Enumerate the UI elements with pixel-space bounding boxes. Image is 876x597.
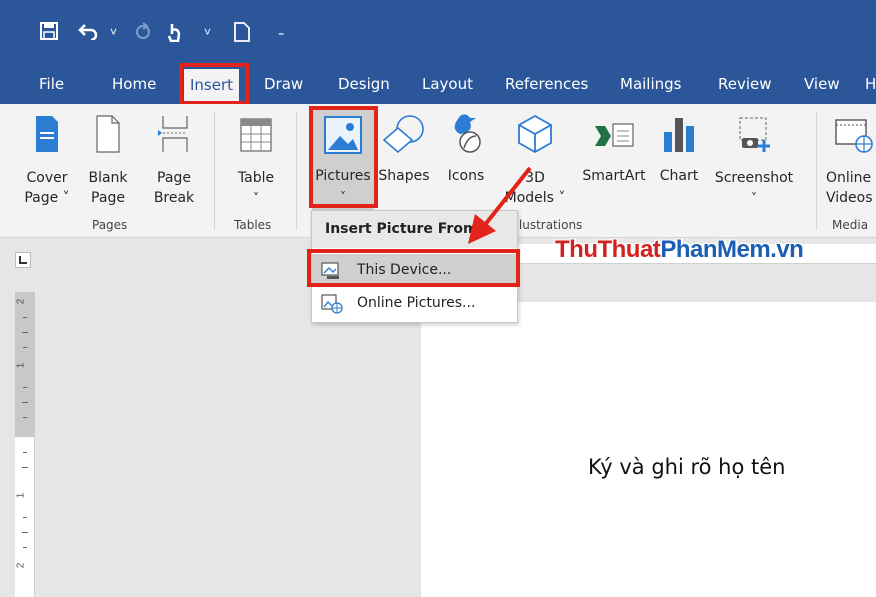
cover-page-icon [36, 116, 58, 152]
tab-file[interactable]: File [39, 66, 64, 104]
3d-models-label-2: Models ˅ [504, 190, 566, 206]
online-videos-label-1: Online [826, 170, 872, 186]
cover-page-label-2: Page ˅ [24, 190, 70, 206]
ruler-tick [23, 347, 27, 348]
menu-item-online-pictures[interactable]: Online Pictures... [312, 287, 517, 320]
tab-draw[interactable]: Draw [264, 66, 303, 104]
table-button[interactable]: Table ˅ [230, 110, 282, 210]
tab-view[interactable]: View [804, 66, 840, 104]
tab-references[interactable]: References [505, 66, 588, 104]
cover-page-button[interactable]: Cover Page ˅ [22, 110, 72, 210]
blank-page-icon [96, 115, 120, 153]
new-document-icon[interactable] [234, 22, 250, 46]
online-picture-icon [321, 294, 343, 314]
page-break-label-2: Break [153, 190, 195, 206]
cover-page-label-1: Cover [26, 170, 68, 186]
ruler-tick [23, 452, 27, 453]
smartart-icon [595, 123, 634, 147]
ruler-tick [22, 332, 28, 333]
watermark-part-2: PhanMem.vn [660, 236, 804, 263]
ruler-tick [23, 317, 27, 318]
icons-icon [454, 114, 481, 153]
ruler-number: 1 [15, 362, 27, 369]
watermark-logo: ThuThuatPhanMem.vn [555, 236, 804, 264]
ruler-number: 1 [15, 492, 27, 499]
screenshot-button[interactable]: Screenshot ˅ [706, 110, 802, 210]
chart-button[interactable]: Chart [655, 110, 703, 184]
undo-dropdown-icon[interactable]: ˅ [110, 22, 117, 42]
tab-design[interactable]: Design [338, 66, 390, 104]
shapes-button[interactable]: Shapes [375, 110, 433, 184]
document-page[interactable] [421, 302, 876, 597]
tab-home[interactable]: Home [112, 66, 156, 104]
tab-review[interactable]: Review [718, 66, 772, 104]
watermark-part-1: ThuThuat [555, 236, 661, 263]
table-icon [240, 118, 272, 152]
ruler-tick [22, 467, 28, 468]
group-label-pages: Pages [92, 218, 128, 232]
group-label-illustrations: Illustrations [512, 218, 583, 232]
tab-layout[interactable]: Layout [422, 66, 473, 104]
screenshot-dropdown-icon: ˅ [751, 191, 757, 205]
tab-selector[interactable] [15, 252, 31, 268]
online-video-icon [835, 119, 873, 153]
ruler-tick [23, 547, 27, 548]
ruler-tick [23, 417, 27, 418]
touch-dropdown-icon[interactable]: ˅ [204, 22, 211, 42]
save-icon[interactable] [40, 22, 58, 44]
blank-page-label-1: Blank [88, 170, 128, 186]
icons-button[interactable]: Icons [440, 110, 492, 184]
ruler-tick [23, 387, 27, 388]
3d-models-button[interactable]: 3D Models ˅ [500, 110, 570, 210]
page-break-icon [158, 116, 188, 152]
3d-model-icon [518, 114, 552, 154]
group-label-media: Media [832, 218, 869, 232]
touch-mode-icon[interactable] [166, 22, 184, 46]
customize-qat-icon[interactable]: ₌ [278, 22, 284, 42]
chart-icon [664, 118, 694, 152]
shapes-icon [382, 115, 424, 154]
ribbon-tabs: File Home Insert Draw Design Layout Refe… [0, 66, 876, 104]
ruler-number: 2 [15, 298, 27, 305]
shapes-label: Shapes [378, 168, 430, 184]
online-videos-label-2: Videos [826, 190, 873, 206]
blank-page-button[interactable]: Blank Page [86, 110, 130, 210]
insert-tab-highlight [179, 63, 249, 105]
redo-icon [134, 22, 152, 44]
group-separator [214, 112, 215, 230]
tab-help[interactable]: H [865, 66, 876, 104]
smartart-button[interactable]: SmartArt [577, 110, 651, 184]
quick-access-toolbar: ˅ ˅ ₌ [0, 0, 876, 66]
online-videos-button[interactable]: Online Videos [826, 110, 876, 210]
group-separator [296, 112, 297, 230]
this-device-highlight [307, 249, 520, 287]
screenshot-label: Screenshot [714, 170, 794, 186]
3d-models-label-1: 3D [525, 170, 545, 186]
table-label: Table [237, 170, 275, 186]
table-dropdown-icon: ˅ [253, 191, 259, 205]
page-break-button[interactable]: Page Break [148, 110, 200, 210]
tab-mailings[interactable]: Mailings [620, 66, 681, 104]
page-break-label-1: Page [157, 170, 191, 186]
smartart-label: SmartArt [582, 168, 646, 184]
group-separator [816, 112, 817, 230]
chart-label: Chart [659, 168, 699, 184]
blank-page-label-2: Page [91, 190, 125, 206]
menu-header: Insert Picture From [312, 211, 517, 248]
icons-label: Icons [447, 168, 485, 184]
menu-item-label: Online Pictures... [357, 295, 476, 311]
ruler-tick [23, 517, 27, 518]
group-label-tables: Tables [234, 218, 272, 232]
ruler-number: 2 [15, 562, 27, 569]
screenshot-icon [739, 117, 770, 152]
vertical-ruler[interactable]: 2 1 1 2 [15, 292, 35, 597]
document-text[interactable]: Ký và ghi rõ họ tên [588, 455, 785, 479]
ruler-tick [22, 402, 28, 403]
pictures-button-highlight [309, 106, 378, 208]
undo-icon[interactable] [78, 22, 100, 44]
ruler-tick [22, 532, 28, 533]
